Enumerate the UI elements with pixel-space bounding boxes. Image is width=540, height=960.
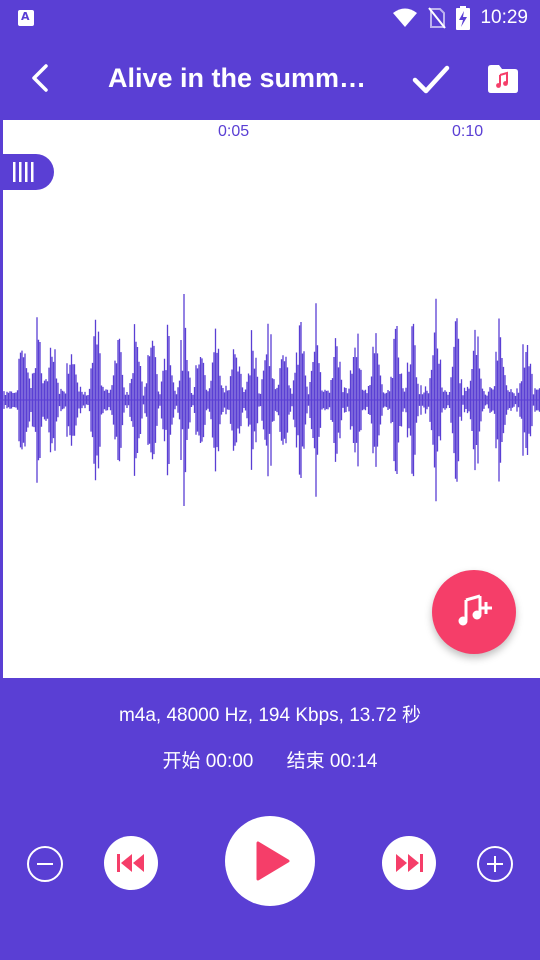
waveform-area[interactable]: 0:05 0:10 (0, 120, 540, 678)
time-tick: 0:10 (452, 123, 484, 140)
clock: 10:29 (480, 7, 528, 28)
wifi-icon (393, 8, 418, 27)
add-music-icon (458, 594, 492, 626)
skip-forward-button[interactable] (382, 836, 436, 890)
back-arrow-icon[interactable] (24, 60, 60, 96)
skip-back-icon (117, 854, 144, 872)
page-title: Alive in the summ… (108, 63, 367, 93)
app-bar: Alive in the summ… (0, 36, 540, 120)
selection-range: 开始 00:00 结束 00:14 (0, 746, 540, 773)
battery-charging-icon (456, 6, 471, 30)
add-music-button[interactable] (432, 570, 516, 654)
no-sim-icon (428, 7, 447, 29)
play-button[interactable] (225, 816, 315, 906)
end-time[interactable]: 结束 00:14 (287, 746, 378, 773)
playback-controls (0, 816, 540, 916)
music-folder-icon[interactable] (486, 62, 520, 96)
a-notification-icon: A (18, 10, 34, 26)
zoom-out-button[interactable] (27, 846, 63, 882)
start-time[interactable]: 开始 00:00 (163, 746, 254, 773)
start-handle[interactable] (0, 154, 54, 190)
check-icon[interactable] (410, 58, 452, 100)
status-icons: 10:29 (392, 6, 528, 30)
skip-forward-icon (396, 854, 423, 872)
waveform[interactable] (0, 270, 540, 530)
drag-handle-icon (13, 162, 34, 182)
file-info: m4a, 48000 Hz, 194 Kbps, 13.72 秒 (118, 705, 422, 726)
zoom-in-button[interactable] (477, 846, 513, 882)
time-tick: 0:05 (218, 123, 250, 140)
skip-back-button[interactable] (104, 836, 158, 890)
status-bar: A 10:29 (0, 0, 540, 36)
play-icon (256, 841, 290, 881)
